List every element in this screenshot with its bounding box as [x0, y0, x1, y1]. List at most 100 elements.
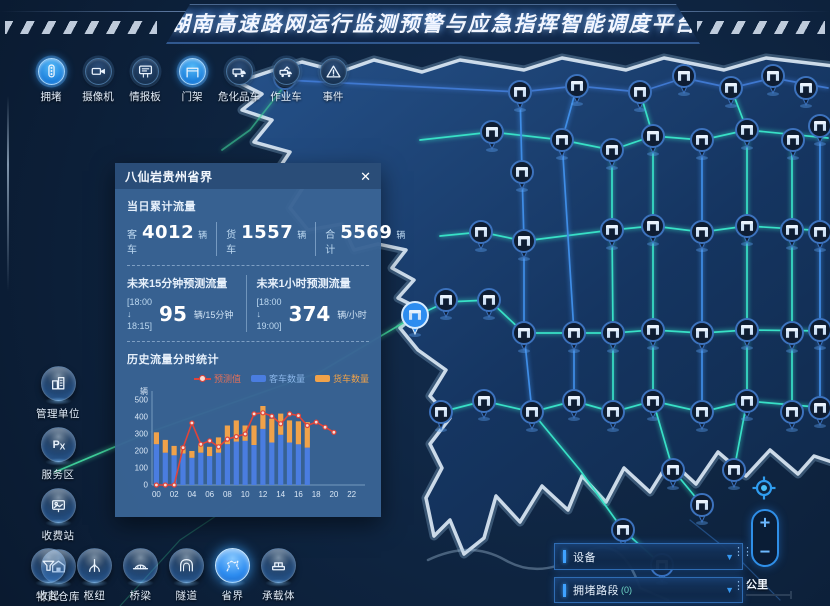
tool-event[interactable]: 事件 [314, 58, 352, 104]
tool-circle [273, 58, 300, 85]
bar-swatch-icon [315, 375, 330, 382]
svg-text:18: 18 [312, 490, 321, 499]
tool-circle [85, 58, 112, 85]
bottom-item-hub[interactable]: 枢纽 [74, 548, 115, 603]
history-chart-title: 历史流量分时统计 [127, 351, 369, 367]
forecast-content: [18:00 ↓ 18:15] 95 辆/15分钟 [127, 296, 240, 332]
locate-button[interactable] [751, 475, 777, 506]
tool-circle [226, 58, 253, 85]
svg-text:04: 04 [187, 490, 196, 499]
svg-text:02: 02 [170, 490, 179, 499]
info-board-icon [138, 64, 153, 79]
time-to: 18:15] [127, 320, 152, 332]
top-toolbar: 拥堵 摄像机 情报板 [32, 58, 352, 104]
congestion-dropdown[interactable]: 拥堵路段 (0) ▼ ⋮⋮ [554, 577, 743, 603]
bottom-item-carrier[interactable]: 承载体 [258, 548, 299, 603]
close-icon[interactable]: ✕ [360, 170, 371, 183]
hub-icon [86, 557, 103, 574]
history-chart: 0100200300400500辆00020406081012141618202… [127, 387, 369, 507]
line-swatch-icon [194, 378, 211, 380]
event-icon [326, 64, 341, 79]
bottom-item-tunnel[interactable]: 隧道 [166, 548, 207, 603]
tool-gantry[interactable]: 门架 [173, 58, 211, 104]
legend-forecast[interactable]: 预测值 [194, 372, 241, 385]
chart-legend: 预测值 客车数量 货车数量 [127, 372, 369, 385]
sidebar-item-service-area[interactable]: P X 服务区 [30, 427, 86, 482]
svg-text:08: 08 [223, 490, 232, 499]
svg-text:100: 100 [135, 464, 149, 473]
map-marker[interactable] [723, 459, 745, 490]
bottom-toolbar: 收起 枢纽 桥梁 [28, 548, 299, 603]
tool-camera[interactable]: 摄像机 [79, 58, 117, 104]
legend-truck[interactable]: 货车数量 [315, 372, 369, 385]
drag-handle-icon[interactable]: ⋮⋮ [733, 548, 751, 557]
forecast-content: [18:00 ↓ 19:00] 374 辆/小时 [257, 296, 370, 332]
daily-unit: 辆 [198, 228, 207, 241]
dome [31, 548, 66, 583]
bottom-label: 省界 [222, 588, 244, 603]
bottom-label: 隧道 [176, 588, 198, 603]
forecast-title: 未来15分钟预测流量 [127, 275, 240, 291]
dome [261, 548, 296, 583]
tool-work-vehicle[interactable]: 作业车 [267, 58, 305, 104]
dome [41, 488, 76, 523]
scale-label: 公里 [746, 576, 768, 592]
down-arrow-icon: ↓ [127, 308, 152, 320]
carrier-icon [270, 557, 287, 574]
dome: P X [41, 427, 76, 462]
map-marker[interactable] [691, 494, 713, 525]
service-area-icon: P X [50, 436, 67, 453]
forecast-title: 未来1小时预测流量 [257, 275, 370, 291]
zoom-out-button[interactable]: − [760, 544, 770, 561]
tool-circle [38, 58, 65, 85]
tool-info-board[interactable]: 情报板 [126, 58, 164, 104]
header-hatch-right [697, 21, 825, 34]
dome [169, 548, 204, 583]
collapse-icon [40, 557, 57, 574]
daily-value: 5569 [340, 222, 392, 243]
dome [77, 548, 112, 583]
sidebar-item-management-unit[interactable]: 管理单位 [30, 366, 86, 421]
forecast-row: 未来15分钟预测流量 [18:00 ↓ 18:15] 95 辆/15分钟 未来1… [127, 275, 369, 332]
popup-header[interactable]: 八仙岩贵州省界 ✕ [115, 163, 381, 189]
svg-text:12: 12 [258, 490, 267, 499]
forecast-value: 95 [159, 302, 187, 326]
tool-congestion[interactable]: 拥堵 [32, 58, 70, 104]
daily-unit: 辆 [297, 228, 306, 241]
scale-bar [746, 594, 792, 596]
device-dropdown[interactable]: 设备 ▼ ⋮⋮ [554, 543, 743, 570]
camera-icon [91, 64, 106, 79]
divider [127, 341, 369, 342]
tool-hazmat-truck[interactable]: 危化品车 [220, 58, 258, 104]
daily-unit: 辆 [396, 228, 405, 241]
forecast-value: 374 [289, 302, 331, 326]
title-bar: 湖南高速路网运行监测预警与应急指挥智能调度平台 [166, 4, 700, 44]
bottom-item-province-border[interactable]: 省界 [212, 548, 253, 603]
daily-label: 客车 [127, 226, 137, 256]
legend-passenger[interactable]: 客车数量 [251, 372, 305, 385]
tool-label: 拥堵 [41, 89, 62, 104]
tool-label: 门架 [182, 89, 203, 104]
sidebar-label: 收费站 [42, 528, 75, 543]
svg-text:辆: 辆 [140, 387, 148, 396]
bottom-item-bridge[interactable]: 桥梁 [120, 548, 161, 603]
svg-text:400: 400 [135, 413, 149, 422]
bottom-label: 枢纽 [84, 588, 106, 603]
dropdown-label: 设备 [573, 549, 596, 565]
sidebar-item-toll-station[interactable]: 收费站 [30, 488, 86, 543]
left-edge-decoration [7, 96, 9, 291]
down-arrow-icon: ↓ [257, 308, 282, 320]
toll-station-icon [50, 497, 67, 514]
province-border-icon [224, 557, 241, 574]
zoom-in-button[interactable]: + [760, 515, 770, 532]
svg-text:10: 10 [241, 490, 250, 499]
daily-label: 合计 [325, 226, 335, 256]
daily-total: 合计 5569 辆 [315, 222, 405, 256]
forecast-unit: 辆/15分钟 [194, 308, 234, 321]
forecast-unit: 辆/小时 [337, 308, 367, 321]
bottom-item-collapse[interactable]: 收起 [28, 548, 69, 603]
map-marker[interactable] [662, 459, 684, 490]
sidebar-label: 服务区 [42, 467, 75, 482]
dome [41, 366, 76, 401]
tool-label: 情报板 [129, 89, 161, 104]
